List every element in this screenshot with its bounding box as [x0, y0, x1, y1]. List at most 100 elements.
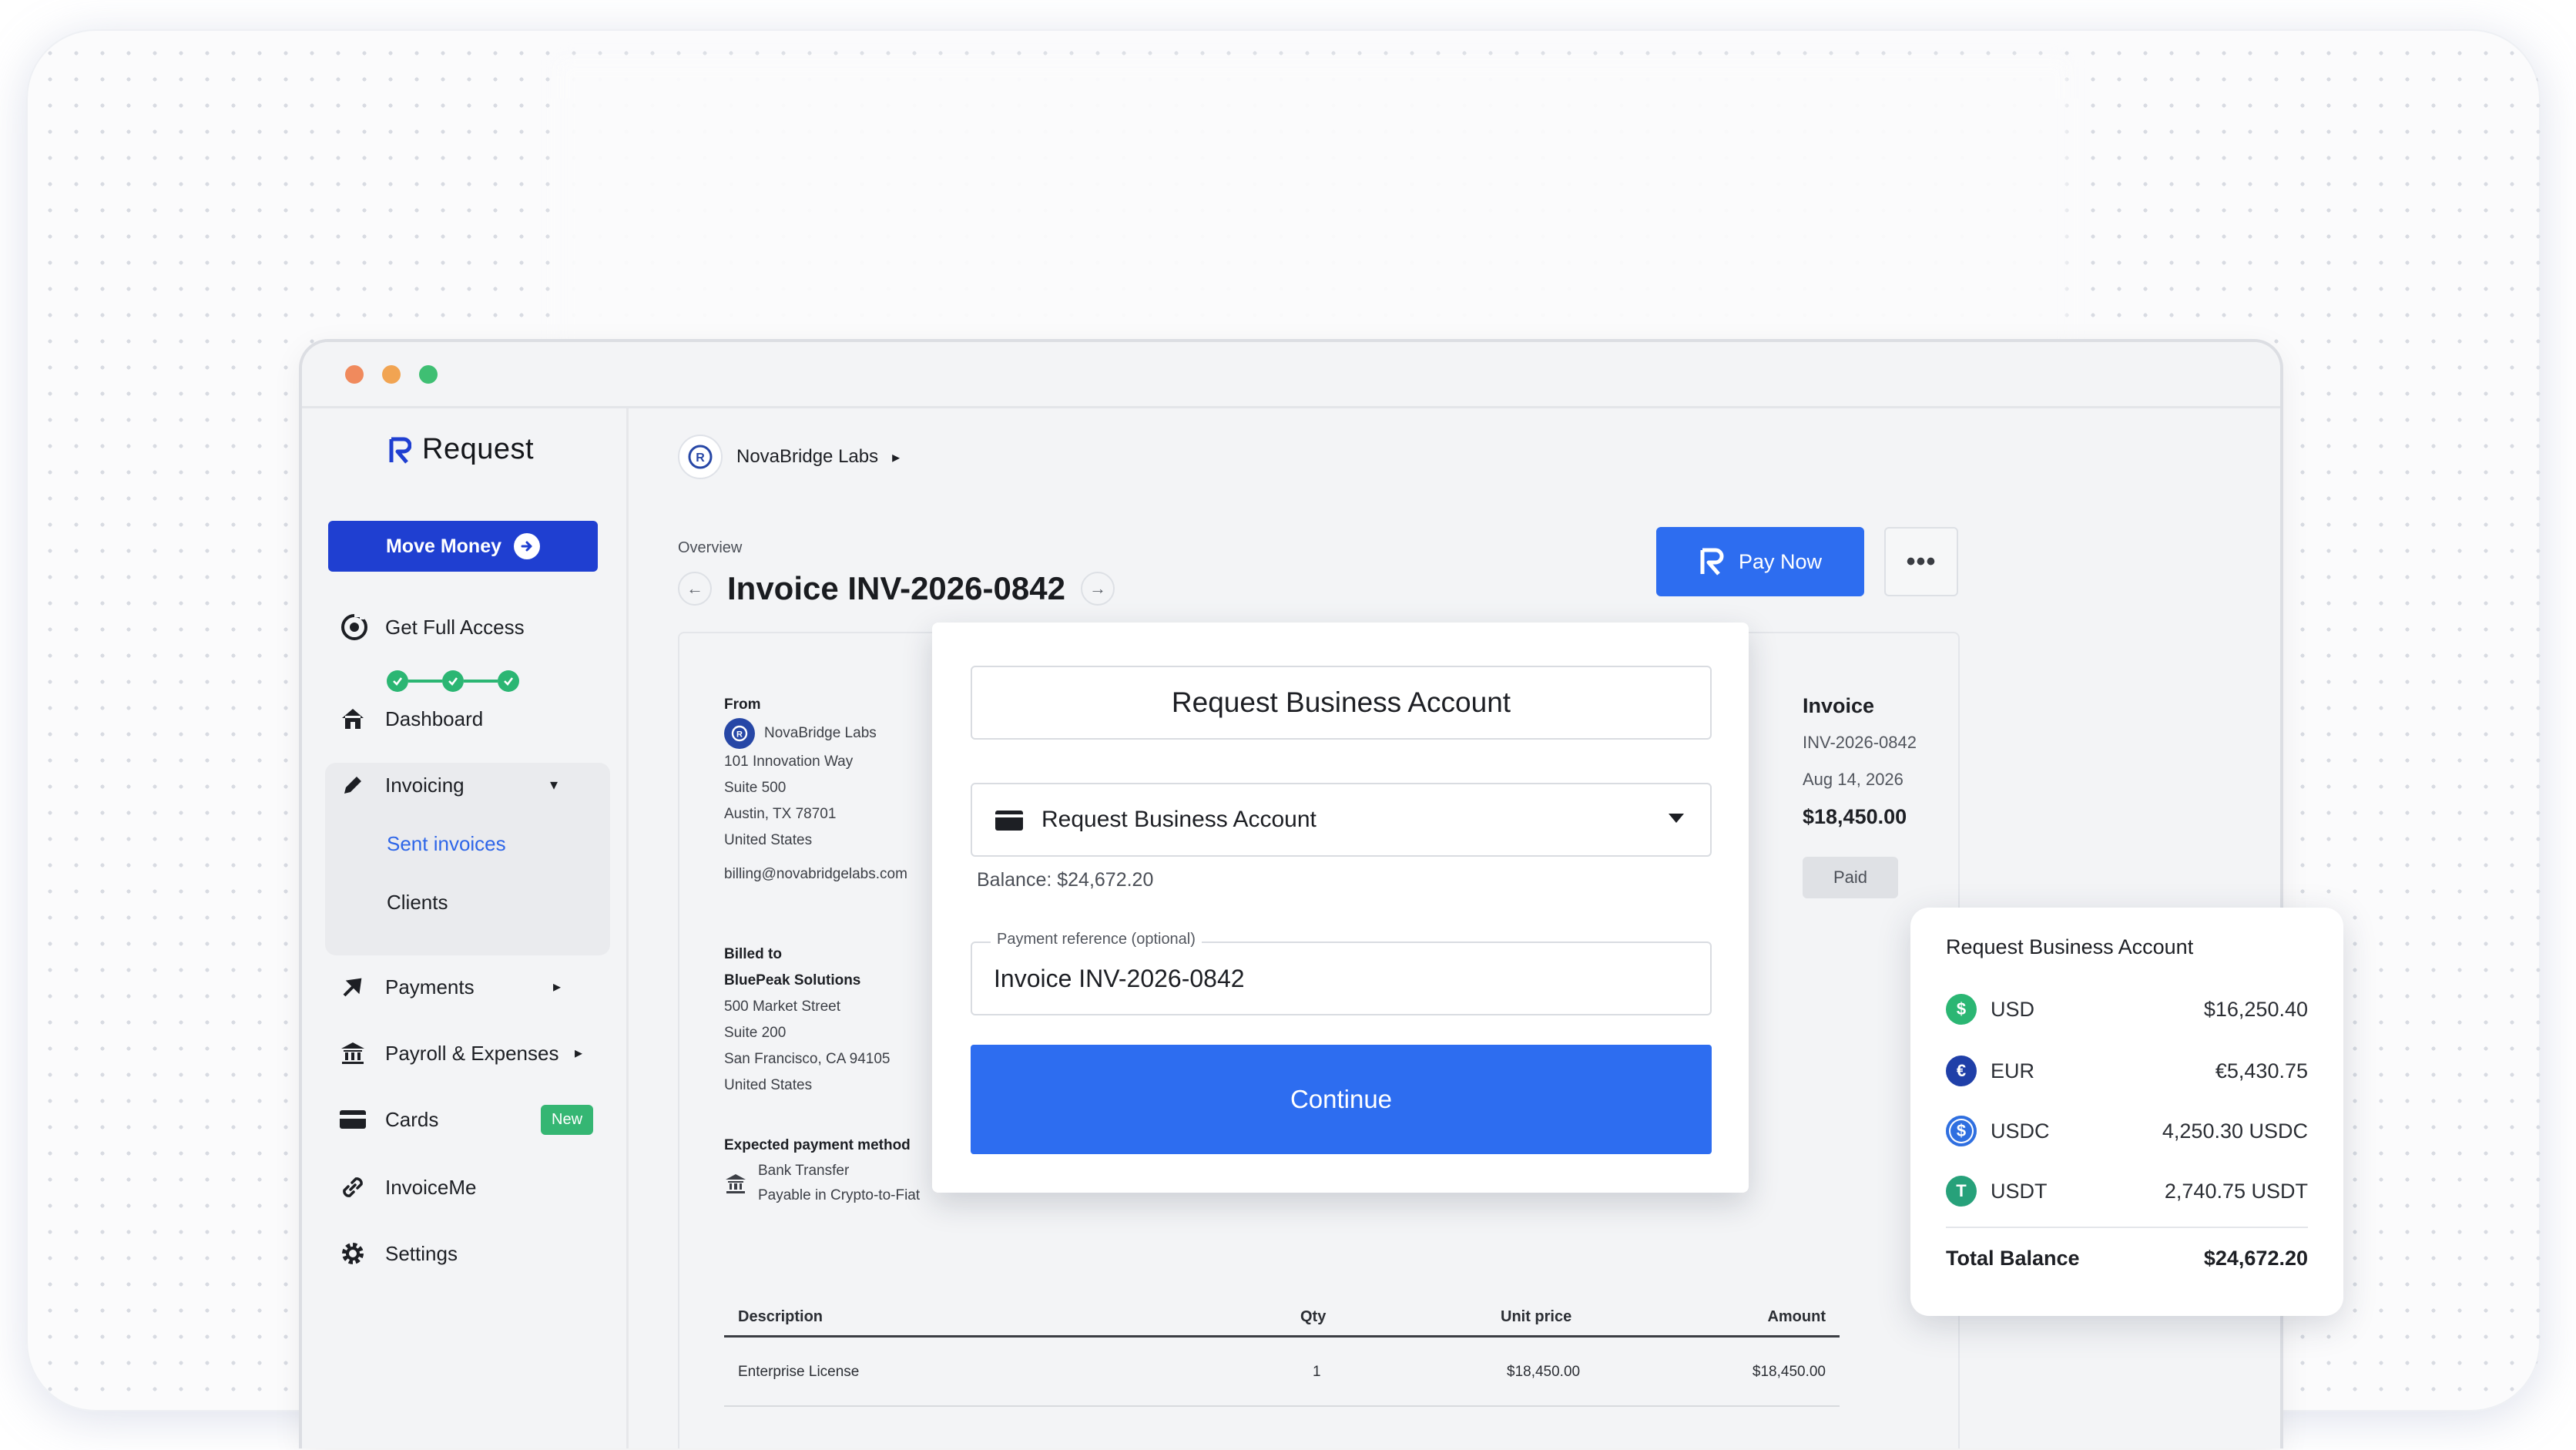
- sidebar-item-label: Payments: [385, 975, 475, 999]
- caret-right-icon[interactable]: ▸: [575, 1043, 582, 1062]
- sidebar-item-settings[interactable]: Settings: [339, 1236, 458, 1271]
- caret-right-icon[interactable]: ▸: [553, 977, 561, 996]
- from-address-line: 101 Innovation Way: [724, 754, 854, 770]
- overview-label: Overview: [678, 539, 743, 556]
- get-full-access-label: Get Full Access: [385, 615, 525, 639]
- sidebar-item-label: Cards: [385, 1107, 439, 1131]
- from-heading: From: [724, 696, 761, 713]
- sidebar-item-label: Settings: [385, 1241, 458, 1265]
- pay-now-button[interactable]: Pay Now: [1656, 527, 1864, 596]
- row-unit-price: $18,450.00: [1507, 1364, 1581, 1380]
- row-description: Enterprise License: [738, 1364, 860, 1380]
- total-balance-value: $24,672.20: [2203, 1247, 2308, 1270]
- brand-logo[interactable]: Request: [388, 433, 534, 466]
- payment-reference-field[interactable]: Payment reference (optional): [971, 931, 1712, 1015]
- from-address-line: Suite 500: [724, 780, 787, 796]
- col-amount: Amount: [1767, 1308, 1826, 1325]
- sidebar-item-label: Payroll & Expenses: [385, 1041, 559, 1065]
- method-heading: Expected payment method: [724, 1137, 911, 1153]
- method-line: Payable in Crypto-to-Fiat: [758, 1187, 921, 1203]
- account-select[interactable]: Request Business Account: [971, 783, 1712, 857]
- bank-icon: [726, 1174, 746, 1193]
- sidebar-item-cards[interactable]: Cards: [339, 1102, 438, 1137]
- window-titlebar: [302, 342, 2280, 408]
- from-address-line: United States: [724, 832, 813, 848]
- svg-text:R: R: [696, 451, 705, 465]
- credit-card-icon: [339, 1106, 367, 1133]
- maximize-window-dot[interactable]: [419, 365, 438, 384]
- payment-reference-label: Payment reference (optional): [991, 931, 1202, 948]
- sidebar-item-dashboard[interactable]: Dashboard: [339, 701, 483, 737]
- table-row: Enterprise License 1 $18,450.00 $18,450.…: [724, 1341, 1840, 1407]
- more-options-button[interactable]: •••: [1884, 527, 1958, 596]
- check-icon: [387, 670, 408, 692]
- currency-code: USDT: [1991, 1179, 2048, 1203]
- caret-down-icon[interactable]: ▾: [550, 775, 558, 794]
- currency-value: $16,250.40: [2203, 997, 2308, 1021]
- page-title: Invoice INV-2026-0842: [727, 570, 1065, 606]
- billed-address-line: United States: [724, 1077, 813, 1093]
- dollar-icon: $: [1946, 994, 1977, 1025]
- request-logo-icon: [389, 437, 411, 464]
- move-money-button[interactable]: Move Money: [328, 521, 598, 572]
- gear-icon: [339, 1240, 367, 1267]
- line-items-header: Description Qty Unit price Amount: [724, 1294, 1840, 1338]
- move-money-label: Move Money: [385, 535, 502, 557]
- company-logo-icon: R: [724, 718, 755, 749]
- send-arrow-icon: [339, 973, 367, 1001]
- sidebar-item-invoicing[interactable]: Invoicing: [339, 767, 465, 803]
- org-name: NovaBridge Labs: [736, 446, 879, 467]
- balance-text: Balance: $24,672.20: [977, 869, 1154, 891]
- from-email: billing@novabridgelabs.com: [724, 866, 907, 882]
- invoice-number: INV-2026-0842: [1803, 733, 1917, 752]
- pay-now-label: Pay Now: [1738, 549, 1823, 573]
- tether-icon: T: [1946, 1176, 1977, 1207]
- sidebar-item-payments[interactable]: Payments: [339, 969, 475, 1005]
- billed-address-line: San Francisco, CA 94105: [724, 1051, 891, 1067]
- payment-method-section: Expected payment method Bank Transfer Pa…: [724, 1133, 920, 1208]
- breadcrumb[interactable]: R NovaBridge Labs ▸: [678, 435, 900, 479]
- chevron-down-icon: [1669, 814, 1684, 823]
- minimize-window-dot[interactable]: [382, 365, 401, 384]
- get-full-access-link[interactable]: Get Full Access: [339, 612, 525, 643]
- billed-address-line: Suite 200: [724, 1025, 787, 1041]
- total-balance-row: Total Balance $24,672.20: [1946, 1247, 2308, 1270]
- usdc-icon: $: [1946, 1116, 1977, 1146]
- sidebar-subitem-sent-invoices[interactable]: Sent invoices: [387, 832, 506, 856]
- euro-icon: €: [1946, 1056, 1977, 1086]
- sidebar-item-label: InvoiceMe: [385, 1175, 477, 1199]
- currency-code: EUR: [1991, 1059, 2035, 1082]
- sidebar-item-invoiceme[interactable]: InvoiceMe: [339, 1170, 477, 1205]
- currency-code: USD: [1991, 997, 2035, 1021]
- close-window-dot[interactable]: [345, 365, 364, 384]
- continue-button[interactable]: Continue: [971, 1045, 1712, 1154]
- onboarding-progress: [387, 670, 519, 692]
- balance-row-usd: $ USD $16,250.40: [1946, 991, 2308, 1028]
- home-icon: [339, 705, 367, 733]
- sidebar-subitem-clients[interactable]: Clients: [387, 891, 448, 915]
- sidebar-item-label: Invoicing: [385, 773, 465, 797]
- divider: [1946, 1227, 2308, 1228]
- forward-arrow-icon[interactable]: →: [1080, 572, 1115, 606]
- back-arrow-icon[interactable]: ←: [678, 572, 712, 606]
- payment-reference-input[interactable]: [994, 965, 1687, 993]
- new-badge: New: [541, 1105, 594, 1135]
- invoice-label: Invoice: [1803, 694, 1875, 717]
- bank-icon: [339, 1039, 367, 1067]
- sidebar-item-payroll-expenses[interactable]: Payroll & Expenses: [339, 1035, 558, 1071]
- check-icon: [442, 670, 464, 692]
- target-icon: [341, 613, 367, 640]
- currency-value: 4,250.30 USDC: [2162, 1119, 2308, 1143]
- balance-row-usdc: $ USDC 4,250.30 USDC: [1946, 1113, 2308, 1150]
- balance-card: Request Business Account $ USD $16,250.4…: [1910, 908, 2343, 1316]
- currency-code: USDC: [1991, 1119, 2050, 1143]
- billed-address-line: 500 Market Street: [724, 999, 841, 1015]
- from-company: NovaBridge Labs: [764, 725, 877, 741]
- invoice-date: Aug 14, 2026: [1803, 770, 1903, 789]
- brand-name: Request: [422, 433, 535, 465]
- sidebar: Request Move Money Get Full Access Dashb…: [302, 408, 629, 1448]
- row-qty: 1: [1313, 1364, 1321, 1380]
- from-address-line: Austin, TX 78701: [724, 806, 837, 822]
- currency-value: 2,740.75 USDT: [2164, 1179, 2308, 1203]
- invoice-amount: $18,450.00: [1803, 805, 1907, 828]
